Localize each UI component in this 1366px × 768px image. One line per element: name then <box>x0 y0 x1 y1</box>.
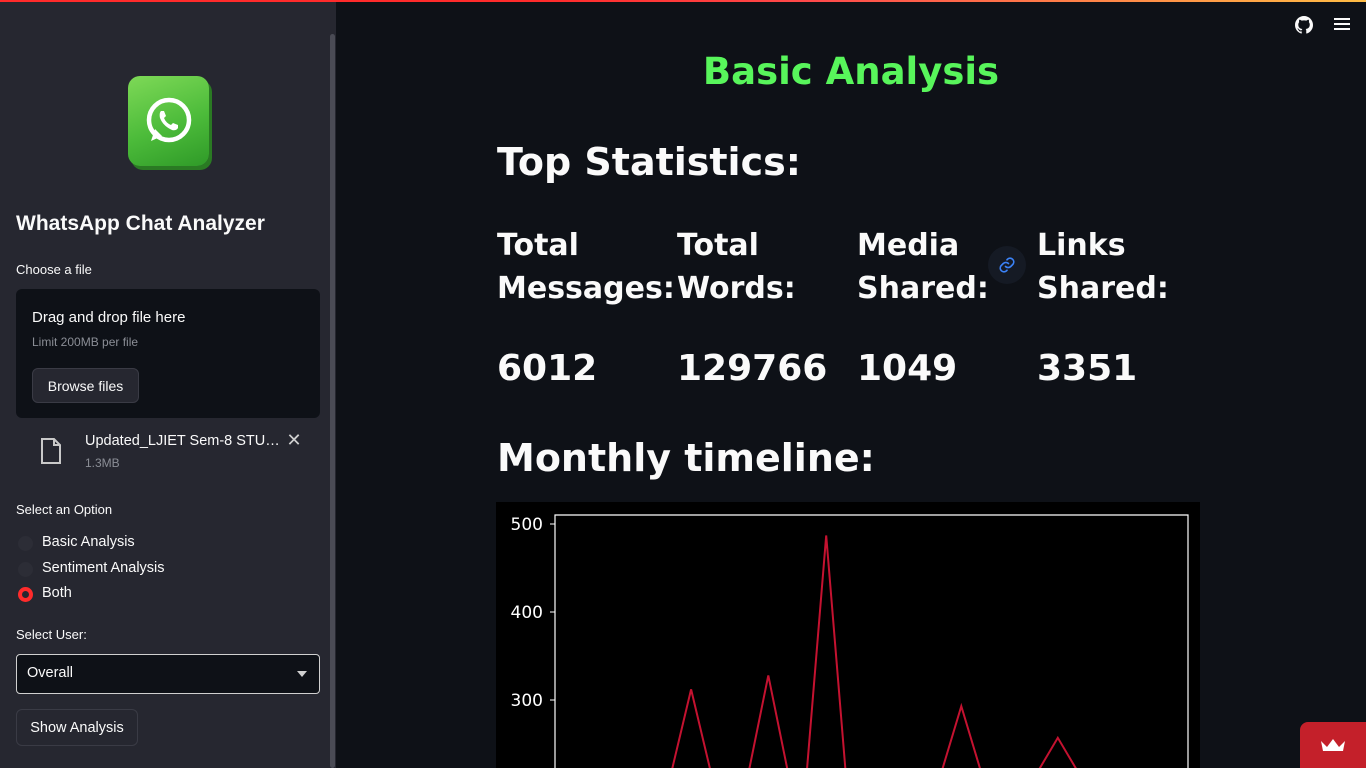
timeline-series-line <box>941 702 981 768</box>
remove-file-close-icon[interactable]: ✕ <box>286 432 302 450</box>
stat-value: 3351 <box>1037 348 1138 389</box>
stat-total-messages: Total Messages: 6012 <box>497 224 675 389</box>
monthly-timeline-heading: Monthly timeline: <box>497 436 875 480</box>
radio-basic-analysis[interactable]: Basic Analysis <box>18 533 278 553</box>
chart-axes-frame <box>554 514 1189 768</box>
sidebar: WhatsApp Chat Analyzer Choose a file Dra… <box>0 0 336 768</box>
page-title: Basic Analysis <box>702 50 1000 93</box>
app-title: WhatsApp Chat Analyzer <box>16 212 265 235</box>
y-tick-label: 400 <box>511 603 543 623</box>
radio-circle[interactable] <box>18 536 33 551</box>
stat-label: Words: <box>677 271 796 306</box>
stat-label: Messages: <box>497 271 675 306</box>
stat-label: Total <box>677 228 759 263</box>
uploaded-file-row: Updated_LJIET Sem-8 STUDENTS.txt 1.3MB ✕ <box>16 428 320 474</box>
stat-label: Links <box>1037 228 1126 263</box>
stat-value: 129766 <box>677 348 828 389</box>
y-tick-label: 500 <box>511 515 543 535</box>
option-radio-label: Select an Option <box>16 502 113 517</box>
radio-option-label: Basic Analysis <box>42 534 135 550</box>
uploaded-file-name: Updated_LJIET Sem-8 STUDENTS.txt <box>85 433 285 449</box>
stat-links-shared: Links Shared: 3351 <box>1037 224 1207 389</box>
github-icon[interactable] <box>1295 16 1313 34</box>
y-tick-label: 300 <box>511 691 543 711</box>
sidebar-scrollbar[interactable] <box>330 34 335 768</box>
user-select-label: Select User: <box>16 627 87 642</box>
radio-option-label: Both <box>42 585 72 601</box>
chart-svg: 500 400 300 <box>511 514 1189 768</box>
timeline-series-line <box>671 689 711 768</box>
monthly-timeline-chart: 500 400 300 <box>496 502 1200 768</box>
top-statistics-heading: Top Statistics: <box>497 140 801 184</box>
show-analysis-button[interactable]: Show Analysis <box>16 709 138 746</box>
stat-label: Shared: <box>1037 271 1169 306</box>
stat-total-words: Total Words: 129766 <box>677 224 847 389</box>
file-icon <box>40 438 62 468</box>
radio-both[interactable]: Both <box>18 584 278 604</box>
file-uploader-label: Choose a file <box>16 262 92 277</box>
anchor-link-icon[interactable] <box>988 246 1026 284</box>
radio-circle-selected[interactable] <box>18 587 33 602</box>
uploaded-file-size: 1.3MB <box>85 456 120 470</box>
user-select-value: Overall <box>27 665 73 681</box>
dropzone-title: Drag and drop file here <box>32 309 186 326</box>
radio-sentiment-analysis[interactable]: Sentiment Analysis <box>18 559 278 579</box>
radio-option-label: Sentiment Analysis <box>42 560 165 576</box>
timeline-series-line <box>748 535 847 768</box>
whatsapp-logo-icon <box>128 76 209 166</box>
stat-value: 1049 <box>857 348 958 389</box>
stat-value: 6012 <box>497 348 598 389</box>
hamburger-menu-icon[interactable] <box>1334 18 1350 32</box>
user-select[interactable]: Overall <box>16 654 320 694</box>
stat-label: Total <box>497 228 579 263</box>
dropzone-limit: Limit 200MB per file <box>32 335 139 349</box>
top-progress-bar <box>0 0 1366 2</box>
file-dropzone[interactable]: Drag and drop file here Limit 200MB per … <box>16 289 320 418</box>
radio-circle[interactable] <box>18 562 33 577</box>
browse-files-button[interactable]: Browse files <box>32 368 139 403</box>
streamlit-crown-icon[interactable] <box>1300 722 1366 768</box>
chevron-down-icon <box>297 671 307 677</box>
timeline-series-line <box>1038 735 1077 768</box>
